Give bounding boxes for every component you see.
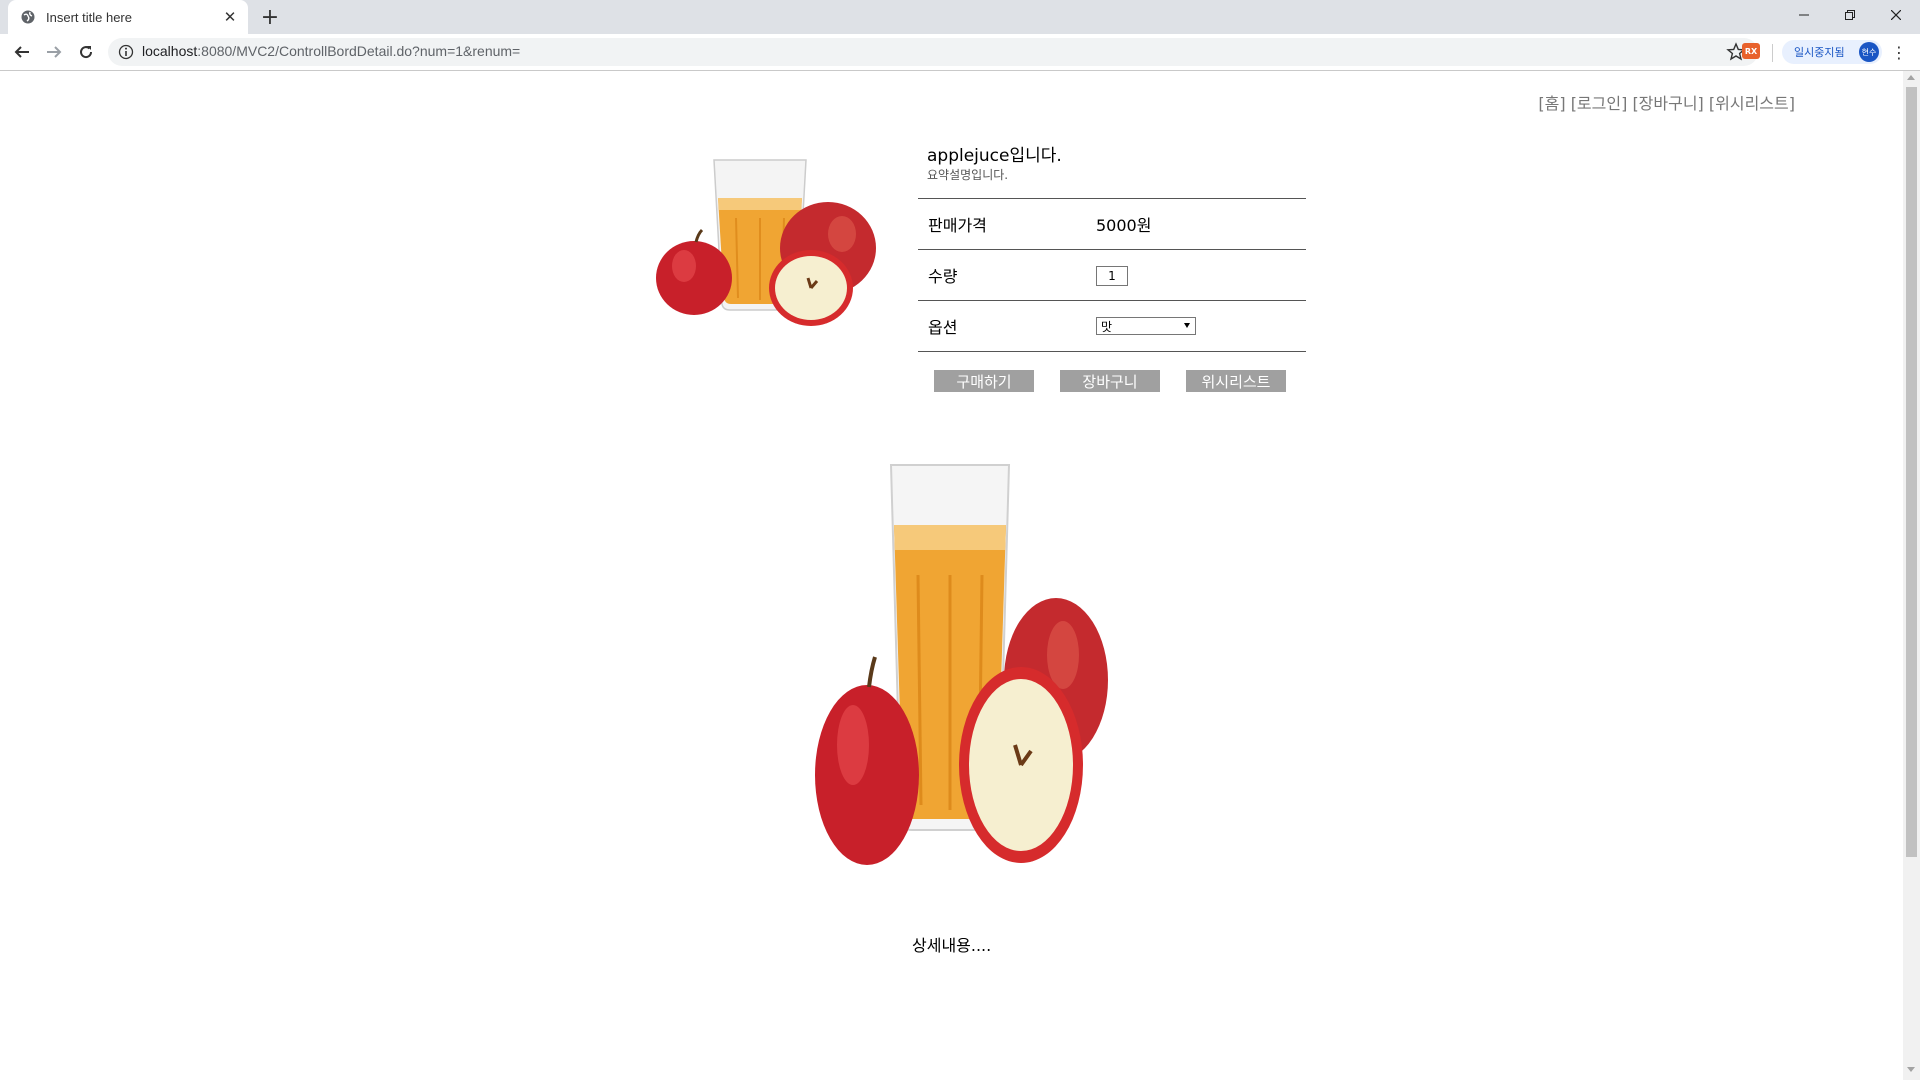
browser-toolbar: localhost:8080/MVC2/ControllBordDetail.d… bbox=[0, 34, 1920, 71]
option-select[interactable]: 맛 bbox=[1096, 317, 1196, 335]
tab-title: Insert title here bbox=[46, 9, 132, 25]
quantity-row: 수량 bbox=[918, 249, 1306, 301]
quantity-cell bbox=[1096, 249, 1306, 301]
close-tab-icon[interactable]: ✕ bbox=[220, 7, 240, 27]
detail-description: 상세내용.... bbox=[912, 936, 992, 955]
option-label: 옵션 bbox=[918, 300, 1096, 352]
chevron-down-icon bbox=[1184, 323, 1190, 328]
restore-icon[interactable] bbox=[1827, 0, 1873, 30]
globe-icon bbox=[20, 9, 36, 25]
product-thumbnail-image bbox=[618, 138, 901, 338]
url-text: localhost:8080/MVC2/ControllBordDetail.d… bbox=[142, 43, 520, 59]
forward-icon[interactable] bbox=[42, 40, 66, 64]
minimize-icon[interactable] bbox=[1781, 0, 1827, 30]
quantity-input[interactable] bbox=[1096, 265, 1128, 286]
avatar: 현수 bbox=[1859, 42, 1879, 62]
close-window-icon[interactable] bbox=[1873, 0, 1919, 30]
scrollbar[interactable] bbox=[1903, 71, 1920, 1080]
option-selected-value: 맛 bbox=[1101, 319, 1113, 334]
tab-strip: Insert title here ✕ + bbox=[0, 0, 1920, 34]
nav-login-link[interactable]: [로그인] bbox=[1571, 94, 1628, 113]
product-info-table: 판매가격 5000원 수량 옵션 맛 bbox=[918, 198, 1306, 352]
toolbar-divider bbox=[1772, 44, 1773, 62]
product-name: applejuce입니다. bbox=[927, 146, 1062, 166]
profile-button[interactable]: 일시중지됨 현수 bbox=[1782, 40, 1882, 64]
scroll-down-icon[interactable] bbox=[1907, 1067, 1915, 1072]
scrollbar-thumb[interactable] bbox=[1906, 87, 1917, 857]
quantity-label: 수량 bbox=[918, 249, 1096, 301]
option-row: 옵션 맛 bbox=[918, 300, 1306, 352]
url-host: localhost bbox=[142, 43, 198, 59]
price-row: 판매가격 5000원 bbox=[918, 198, 1306, 250]
product-summary: 요약설명입니다. bbox=[927, 168, 1009, 182]
option-cell: 맛 bbox=[1096, 300, 1306, 352]
action-buttons: 구매하기 장바구니 위시리스트 bbox=[934, 370, 1286, 392]
add-to-cart-button[interactable]: 장바구니 bbox=[1060, 370, 1160, 392]
menu-dots-icon[interactable]: ⋮ bbox=[1890, 42, 1908, 62]
nav-wishlist-link[interactable]: [위시리스트] bbox=[1709, 94, 1795, 113]
back-icon[interactable] bbox=[10, 40, 34, 64]
browser-tab[interactable]: Insert title here ✕ bbox=[8, 0, 248, 34]
buy-button[interactable]: 구매하기 bbox=[934, 370, 1034, 392]
profile-status: 일시중지됨 bbox=[1794, 46, 1845, 59]
price-value: 5000원 bbox=[1096, 198, 1306, 250]
price-label: 판매가격 bbox=[918, 198, 1096, 250]
add-to-wishlist-button[interactable]: 위시리스트 bbox=[1186, 370, 1286, 392]
scroll-up-icon[interactable] bbox=[1907, 75, 1915, 80]
url-path: :8080/MVC2/ControllBordDetail.do?num=1&r… bbox=[197, 43, 521, 59]
info-icon[interactable] bbox=[118, 44, 134, 60]
address-bar[interactable]: localhost:8080/MVC2/ControllBordDetail.d… bbox=[108, 38, 1758, 66]
product-detail-image bbox=[763, 425, 1143, 910]
nav-cart-link[interactable]: [장바구니] bbox=[1632, 94, 1703, 113]
new-tab-button[interactable]: + bbox=[258, 5, 282, 30]
nav-home-link[interactable]: [홈] bbox=[1538, 94, 1565, 113]
extension-icon[interactable]: RX bbox=[1742, 43, 1760, 59]
top-nav: [홈] [로그인] [장바구니] [위시리스트] bbox=[1538, 90, 1795, 114]
reload-icon[interactable] bbox=[74, 40, 98, 64]
